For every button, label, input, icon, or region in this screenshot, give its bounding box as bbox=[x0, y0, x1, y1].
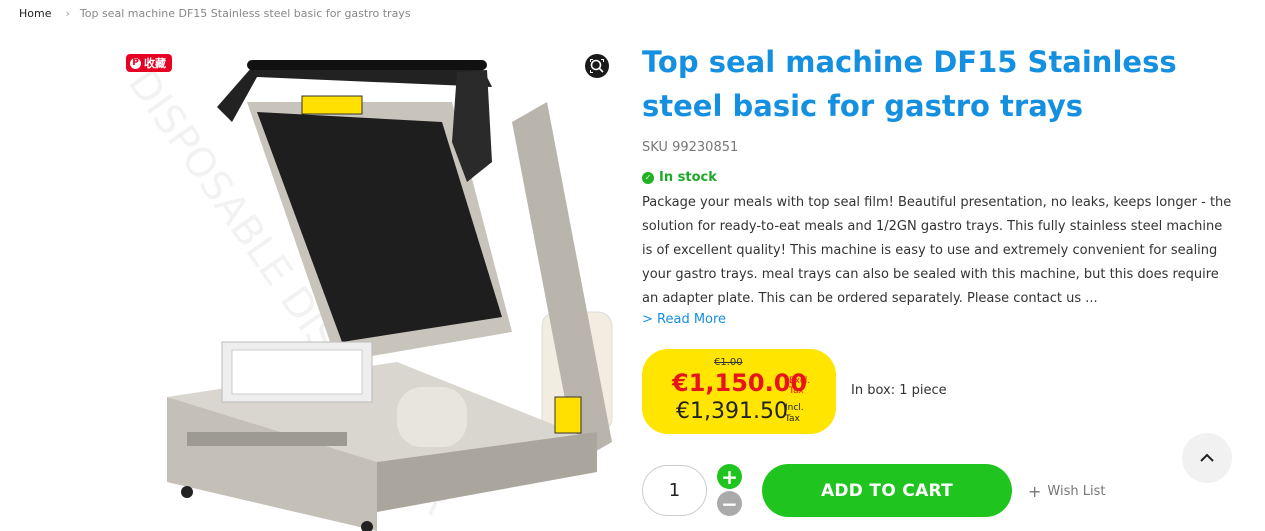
zoom-icon bbox=[590, 59, 604, 73]
pinterest-save-button[interactable]: P 收藏 bbox=[126, 54, 172, 72]
quantity-decrease-button[interactable]: − bbox=[717, 491, 742, 516]
price-badge: €1.00 €1,150.00 Excl. Tax €1,391.50 Incl… bbox=[642, 349, 836, 434]
breadcrumb-home-link[interactable]: Home bbox=[19, 7, 51, 20]
excl-tax-label: Excl. Tax bbox=[789, 376, 810, 396]
breadcrumb: Home › Top seal machine DF15 Stainless s… bbox=[19, 7, 411, 20]
incl-label-line1: Incl. bbox=[785, 403, 804, 413]
wish-list-label: Wish List bbox=[1047, 484, 1106, 499]
wish-list-button[interactable]: + Wish List bbox=[1028, 482, 1105, 501]
read-more-link[interactable]: > Read More bbox=[642, 312, 726, 327]
breadcrumb-chevron-icon: › bbox=[65, 7, 70, 20]
incl-tax-label: Incl. Tax bbox=[785, 403, 804, 425]
excl-label-line1: Excl. bbox=[789, 376, 811, 386]
check-circle-icon: ✓ bbox=[642, 171, 654, 184]
quantity-input[interactable]: 1 bbox=[642, 465, 707, 516]
pinterest-icon: P bbox=[130, 57, 141, 69]
sku-value: 99230851 bbox=[672, 140, 739, 155]
breadcrumb-current: Top seal machine DF15 Stainless steel ba… bbox=[79, 7, 411, 20]
price-excl-tax: €1,150.00 bbox=[672, 369, 808, 397]
seal-machine-illustration: DISPOSABLE DISTRIBUTER bbox=[119, 60, 613, 531]
quantity-increase-button[interactable]: + bbox=[717, 464, 742, 489]
stock-label: In stock bbox=[659, 170, 717, 185]
price-incl-tax: €1,391.50 bbox=[676, 399, 788, 424]
zoom-button[interactable] bbox=[585, 54, 609, 78]
incl-label-line2: Tax bbox=[785, 414, 800, 424]
product-description: Package your meals with top seal film! B… bbox=[642, 195, 1232, 306]
scroll-to-top-button[interactable] bbox=[1182, 433, 1232, 483]
chevron-up-icon bbox=[1200, 453, 1214, 462]
old-price: €1.00 bbox=[714, 357, 743, 368]
excl-label-line2: Tax bbox=[789, 386, 804, 396]
pinterest-save-label: 收藏 bbox=[144, 57, 166, 70]
add-to-cart-button[interactable]: ADD TO CART bbox=[762, 464, 1012, 517]
plus-icon: + bbox=[1028, 482, 1042, 501]
product-sku: SKU 99230851 bbox=[642, 140, 738, 155]
product-image[interactable]: DISPOSABLE DISTRIBUTER bbox=[117, 42, 617, 531]
product-title: Top seal machine DF15 Stainless steel ba… bbox=[642, 45, 1177, 123]
in-box-info: In box: 1 piece bbox=[851, 383, 947, 398]
sku-label: SKU bbox=[642, 140, 668, 155]
stock-status: ✓ In stock bbox=[642, 170, 717, 185]
